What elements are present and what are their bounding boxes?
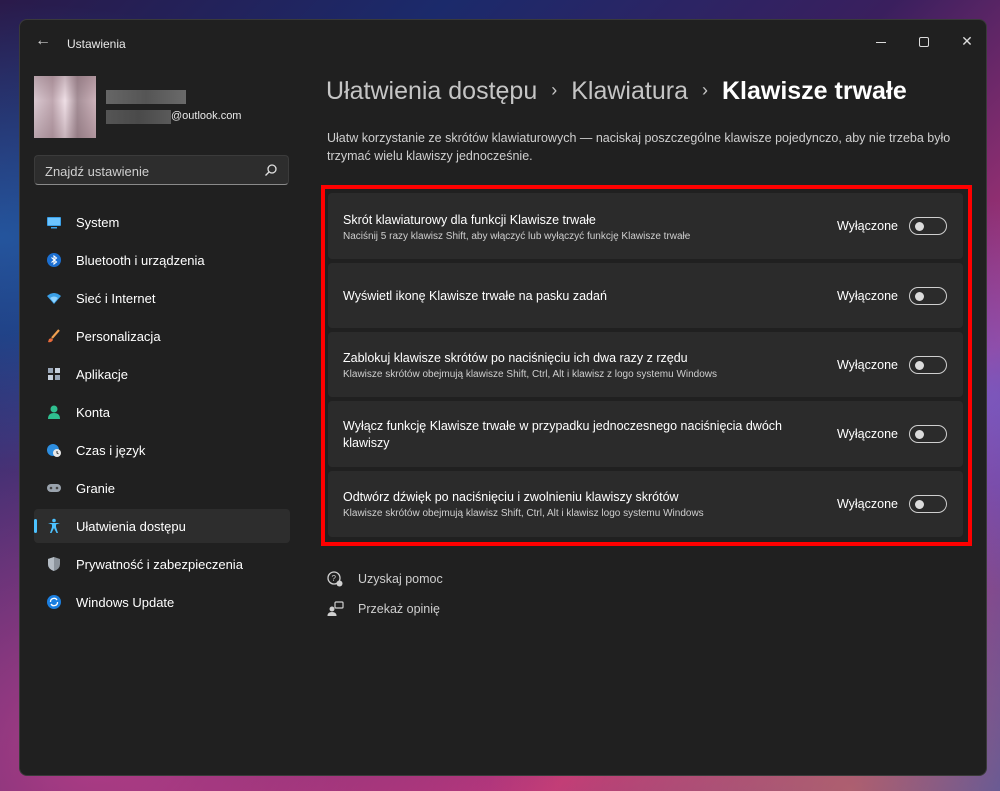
search-icon[interactable] (264, 163, 278, 177)
sidebar-item-system[interactable]: System (34, 205, 290, 239)
setting-card-taskbar-icon: Wyświetl ikonę Klawisze trwałe na pasku … (328, 263, 963, 328)
help-icon: ? (327, 571, 343, 587)
page-title: Klawisze trwałe (721, 77, 907, 105)
sidebar-item-privacy[interactable]: Prywatność i zabezpieczenia (34, 547, 290, 581)
sidebar-item-label: Aplikacje (76, 367, 129, 382)
toggle-knob (915, 292, 924, 301)
toggle-state-label: Wyłączone (836, 219, 898, 233)
sidebar-item-label: Granie (76, 481, 116, 496)
sidebar-item-network[interactable]: Sieć i Internet (34, 281, 290, 315)
toggle-knob (915, 222, 924, 231)
back-arrow-icon[interactable]: ← (32, 32, 54, 52)
brush-icon (48, 329, 60, 343)
monitor-icon (47, 217, 61, 229)
breadcrumb: Ułatwienia dostępu › Klawiatura › Klawisze t… (326, 77, 907, 113)
close-button[interactable]: ✕ (947, 26, 986, 56)
sidebar-item-time-language[interactable]: Czas i język (34, 433, 290, 467)
toggle-state-label: Wyłączone (836, 497, 898, 511)
taskbar-icon-toggle[interactable] (909, 287, 947, 305)
setting-subtitle: Naciśnij 5 razy klawisz Shift, aby włącz… (343, 231, 691, 242)
setting-title: Odtwórz dźwięk po naciśnięciu i zwolnien… (343, 490, 679, 504)
minimize-button[interactable] (861, 26, 901, 56)
play-sound-toggle[interactable] (909, 495, 947, 513)
search-box[interactable] (34, 155, 289, 185)
user-email-domain: @outlook.com (171, 110, 242, 122)
toggle-knob (915, 361, 924, 370)
maximize-button[interactable] (904, 26, 944, 56)
update-icon (47, 595, 61, 609)
sidebar-item-label: System (76, 215, 120, 230)
toggle-state-label: Wyłączone (836, 427, 898, 441)
globe-clock-icon (47, 444, 61, 457)
toggle-state-label: Wyłączone (836, 289, 898, 303)
shield-icon (48, 557, 60, 571)
svg-text:?: ? (332, 574, 337, 583)
toggle-knob (915, 430, 924, 439)
sidebar-item-label: Windows Update (76, 595, 175, 610)
setting-card-shortcut: Skrót klawiaturowy dla funkcji Klawisze … (328, 193, 963, 259)
user-name-redacted (106, 90, 186, 104)
apps-icon (48, 368, 60, 380)
setting-title: Wyłącz funkcję Klawisze trwałe w przypad… (343, 419, 782, 450)
breadcrumb-accessibility[interactable]: Ułatwienia dostępu (326, 77, 537, 105)
wifi-icon (47, 293, 61, 304)
breadcrumb-keyboard[interactable]: Klawiatura (571, 77, 688, 105)
sidebar-nav: System Bluetooth i urządzenia Sieć i Int… (34, 205, 290, 623)
sidebar-item-accessibility[interactable]: Ułatwienia dostępu (34, 509, 290, 543)
setting-card-two-keys: Wyłącz funkcję Klawisze trwałe w przypad… (328, 401, 963, 467)
sidebar-item-accounts[interactable]: Konta (34, 395, 290, 429)
sidebar-item-label: Ułatwienia dostępu (76, 519, 186, 534)
two-keys-toggle[interactable] (909, 425, 947, 443)
maximize-icon (919, 37, 929, 48)
shortcut-toggle[interactable] (909, 217, 947, 235)
setting-title: Wyświetl ikonę Klawisze trwałe na pasku … (343, 289, 607, 303)
setting-card-play-sound: Odtwórz dźwięk po naciśnięciu i zwolnien… (328, 471, 963, 537)
sidebar-item-label: Prywatność i zabezpieczenia (76, 557, 243, 572)
sidebar-item-label: Czas i język (76, 443, 146, 458)
bluetooth-icon (47, 253, 61, 267)
lock-modifier-toggle[interactable] (909, 356, 947, 374)
sidebar-item-bluetooth[interactable]: Bluetooth i urządzenia (34, 243, 290, 277)
close-icon: ✕ (961, 33, 973, 49)
user-email-redacted (106, 110, 171, 124)
sidebar-item-personalization[interactable]: Personalizacja (34, 319, 290, 353)
setting-subtitle: Klawisze skrótów obejmują klawisze Shift… (343, 369, 718, 380)
toggle-knob (915, 500, 924, 509)
sidebar-item-label: Sieć i Internet (76, 291, 156, 306)
settings-window: ← Ustawienia ✕ @outlook.com System Bluet… (19, 19, 987, 776)
feedback-label: Przekaż opinię (358, 602, 440, 616)
user-profile[interactable]: @outlook.com (34, 76, 294, 140)
setting-title: Zablokuj klawisze skrótów po naciśnięciu… (343, 351, 688, 365)
sidebar-item-apps[interactable]: Aplikacje (34, 357, 290, 391)
page-description: Ułatw korzystanie ze skrótów klawiaturow… (327, 131, 951, 163)
feedback-icon (327, 601, 344, 616)
sidebar-item-label: Konta (76, 405, 110, 420)
get-help-label: Uzyskaj pomoc (358, 572, 443, 586)
setting-subtitle: Klawisze skrótów obejmują klawisz Shift,… (343, 508, 704, 519)
gamepad-icon (47, 484, 61, 492)
search-input[interactable] (45, 163, 255, 179)
setting-card-lock-modifier: Zablokuj klawisze skrótów po naciśnięciu… (328, 332, 963, 397)
app-title: Ustawienia (67, 37, 126, 51)
accessibility-icon (48, 518, 60, 533)
sidebar-item-gaming[interactable]: Granie (34, 471, 290, 505)
sidebar-item-label: Personalizacja (76, 329, 161, 344)
breadcrumb-separator: › (701, 80, 708, 100)
sidebar-item-label: Bluetooth i urządzenia (76, 253, 205, 268)
breadcrumb-separator: › (551, 80, 558, 100)
toggle-state-label: Wyłączone (836, 358, 898, 372)
title-bar: ← Ustawienia ✕ (20, 20, 986, 62)
minimize-icon (876, 41, 886, 43)
setting-title: Skrót klawiaturowy dla funkcji Klawisze … (343, 213, 596, 227)
sidebar-item-windows-update[interactable]: Windows Update (34, 585, 290, 619)
avatar (34, 76, 96, 138)
person-icon (48, 405, 60, 419)
